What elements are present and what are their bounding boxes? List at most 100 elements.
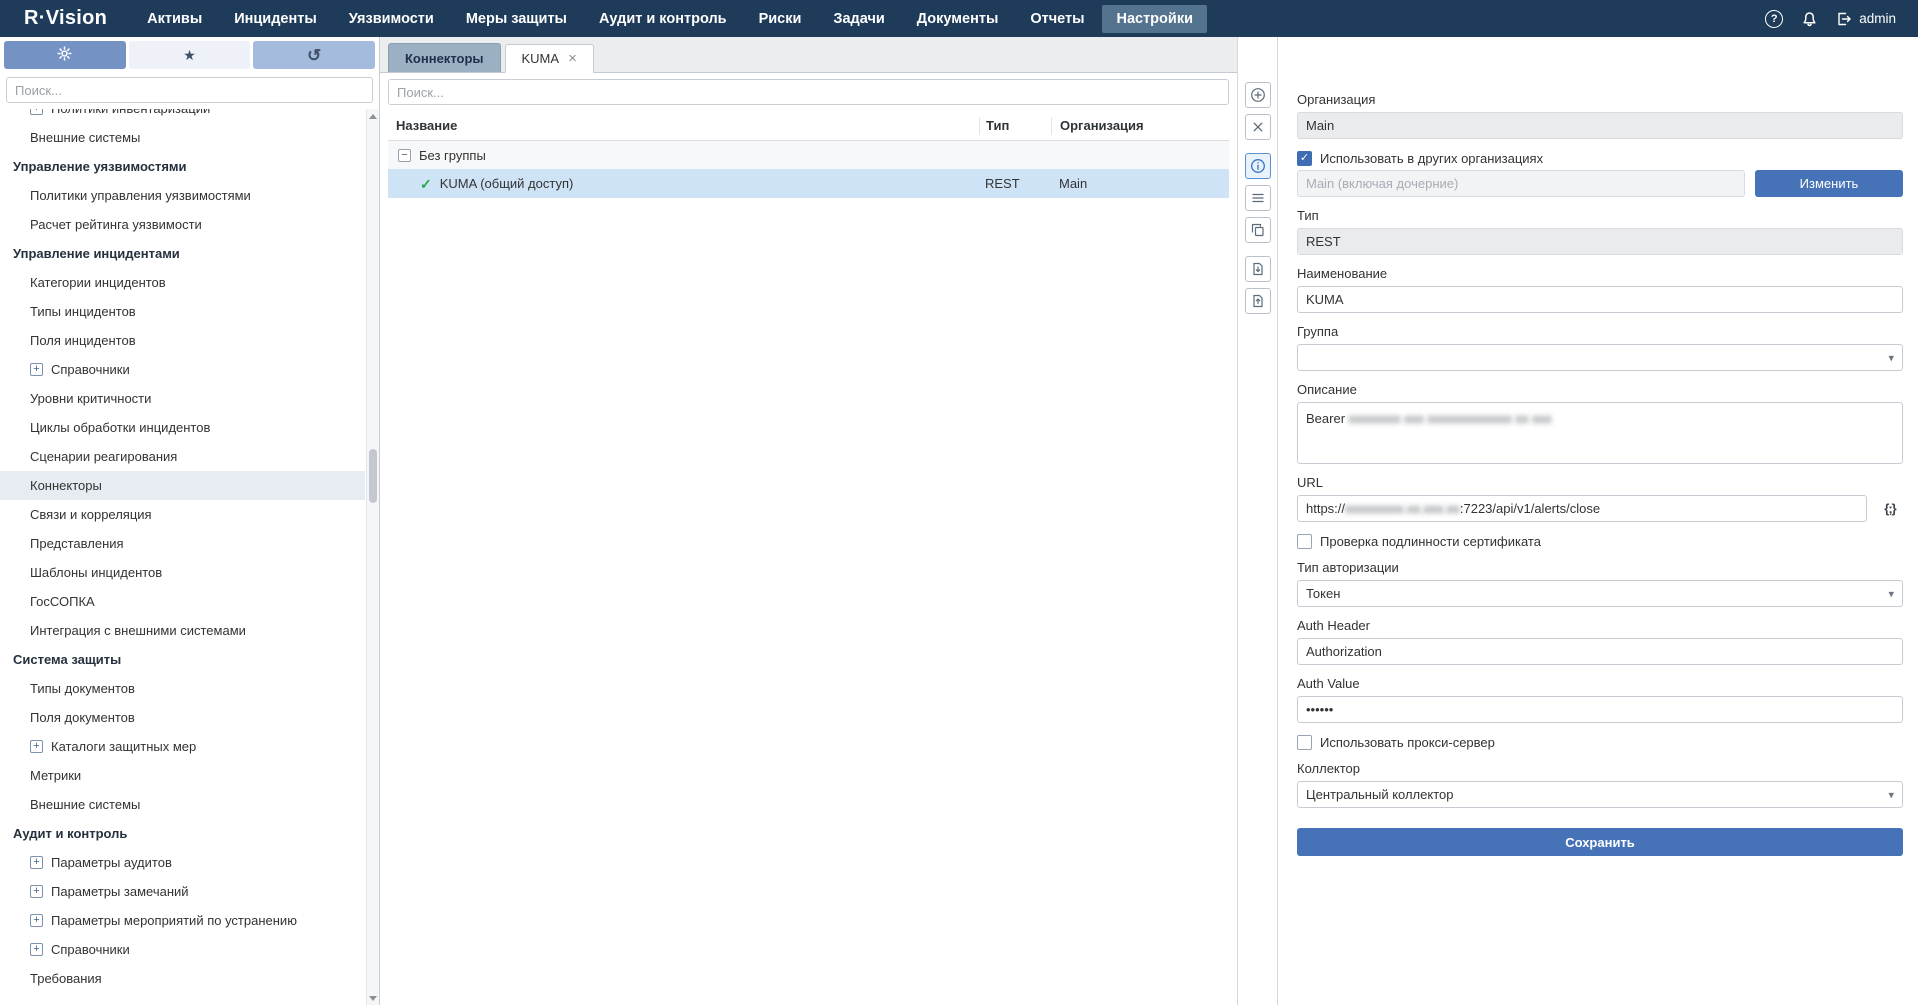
auth-header-input[interactable] <box>1297 638 1903 665</box>
variables-icon[interactable]: {;} <box>1877 501 1903 516</box>
column-header-type[interactable]: Тип <box>979 117 1051 135</box>
name-input[interactable] <box>1297 286 1903 313</box>
tree-item[interactable]: Циклы обработки инцидентов <box>0 413 365 442</box>
connector-org: Main <box>1051 176 1229 191</box>
history-tab[interactable]: ↺ <box>253 41 375 69</box>
nav-item[interactable]: Риски <box>745 5 816 33</box>
sidebar-search-input[interactable] <box>6 77 373 103</box>
close-tab-icon[interactable]: × <box>568 51 577 66</box>
share-orgs-checkbox-row[interactable]: ✓ Использовать в других организациях <box>1297 151 1903 166</box>
auth-value-input[interactable] <box>1297 696 1903 723</box>
description-textarea[interactable]: Bearer xxxxxxxx xxx xxxxxxxxxxxxx xx xxx <box>1297 402 1903 464</box>
import-icon[interactable] <box>1245 256 1271 282</box>
tree-item[interactable]: +Справочники <box>0 935 365 964</box>
checkbox-checked-icon[interactable]: ✓ <box>1297 151 1312 166</box>
favorites-tab[interactable]: ★ <box>129 41 251 69</box>
nav-item[interactable]: Настройки <box>1102 5 1207 33</box>
group-row[interactable]: − Без группы <box>388 141 1229 169</box>
change-org-button[interactable]: Изменить <box>1755 170 1903 197</box>
tab-kuma[interactable]: KUMA × <box>505 44 594 73</box>
tree-item[interactable]: Типы документов <box>0 674 365 703</box>
settings-tab[interactable] <box>4 41 126 69</box>
tree-item[interactable]: ГосСОПКА <box>0 587 365 616</box>
collector-select[interactable]: Центральный коллектор ▾ <box>1297 781 1903 808</box>
tree-item-label: Шаблоны инцидентов <box>30 558 162 587</box>
bell-icon[interactable] <box>1801 10 1818 27</box>
tree-item[interactable]: +Параметры мероприятий по устранению <box>0 906 365 935</box>
tree-item[interactable]: Требования <box>0 964 365 993</box>
tree-item-label: Типы инцидентов <box>30 297 136 326</box>
scroll-up-icon[interactable] <box>367 109 379 123</box>
expand-icon[interactable]: + <box>30 885 43 898</box>
tree-item-label: Система защиты <box>13 652 121 667</box>
tree-item[interactable]: Связи и корреляция <box>0 500 365 529</box>
export-icon[interactable] <box>1245 288 1271 314</box>
save-button[interactable]: Сохранить <box>1297 828 1903 856</box>
copy-icon[interactable] <box>1245 217 1271 243</box>
add-icon[interactable] <box>1245 82 1271 108</box>
expand-icon[interactable]: + <box>30 740 43 753</box>
tree-scrollbar[interactable] <box>366 109 379 1005</box>
scrollbar-thumb[interactable] <box>369 449 377 503</box>
close-icon[interactable] <box>1245 114 1271 140</box>
info-icon[interactable] <box>1245 153 1271 179</box>
description-label: Описание <box>1297 382 1903 397</box>
type-input[interactable] <box>1297 228 1903 255</box>
tree-item-label: Параметры аудитов <box>51 848 172 877</box>
tree-section: Система защиты <box>0 645 365 674</box>
expand-icon[interactable]: + <box>30 914 43 927</box>
url-input[interactable]: https://xxxxxxxxx.xx.xxx.xx:7223/api/v1/… <box>1297 495 1867 522</box>
table-row[interactable]: ✓ KUMA (общий доступ) REST Main <box>388 169 1229 198</box>
tree-item[interactable]: Внешние системы <box>0 790 365 819</box>
nav-item[interactable]: Меры защиты <box>452 5 581 33</box>
tree-item[interactable]: Поля документов <box>0 703 365 732</box>
tree-item[interactable]: Сценарии реагирования <box>0 442 365 471</box>
expand-icon[interactable]: + <box>30 363 43 376</box>
checkbox-unchecked-icon[interactable] <box>1297 534 1312 549</box>
nav-item[interactable]: Инциденты <box>220 5 331 33</box>
group-select[interactable]: ▾ <box>1297 344 1903 371</box>
tab-connectors[interactable]: Коннекторы <box>388 43 501 72</box>
tree-item[interactable]: Расчет рейтинга уязвимости <box>0 210 365 239</box>
tree-item[interactable]: Политики управления уязвимостями <box>0 181 365 210</box>
tabstrip: Коннекторы KUMA × <box>380 37 1237 73</box>
nav-item[interactable]: Задачи <box>819 5 898 33</box>
tree-item[interactable]: Интеграция с внешними системами <box>0 616 365 645</box>
expand-icon[interactable]: + <box>30 109 43 115</box>
scroll-down-icon[interactable] <box>367 991 379 1005</box>
nav-item[interactable]: Отчеты <box>1016 5 1098 33</box>
checkbox-unchecked-icon[interactable] <box>1297 735 1312 750</box>
column-header-org[interactable]: Организация <box>1051 117 1229 135</box>
tree-item[interactable]: +Справочники <box>0 355 365 384</box>
nav-item[interactable]: Аудит и контроль <box>585 5 741 33</box>
user-menu[interactable]: admin <box>1836 11 1896 27</box>
cert-check-checkbox-row[interactable]: Проверка подлинности сертификата <box>1297 534 1903 549</box>
nav-item[interactable]: Уязвимости <box>335 5 448 33</box>
expand-icon[interactable]: + <box>30 856 43 869</box>
expand-icon[interactable]: + <box>30 943 43 956</box>
tree-item[interactable]: + Параметры аудитов <box>0 848 365 877</box>
column-header-name[interactable]: Название <box>388 118 979 133</box>
tree-item[interactable]: Уровни критичности <box>0 384 365 413</box>
list-search-input[interactable] <box>388 79 1229 105</box>
proxy-checkbox-row[interactable]: Использовать прокси-сервер <box>1297 735 1903 750</box>
nav-item[interactable]: Документы <box>903 5 1013 33</box>
tree-item[interactable]: Метрики <box>0 761 365 790</box>
tree-item[interactable]: Коннекторы <box>0 471 365 500</box>
details-icon[interactable] <box>1245 185 1271 211</box>
tree-item[interactable]: +Параметры замечаний <box>0 877 365 906</box>
tree-item[interactable]: +Каталоги защитных мер <box>0 732 365 761</box>
tree-item[interactable]: Категории инцидентов <box>0 268 365 297</box>
collapse-icon[interactable]: − <box>398 149 411 162</box>
help-icon[interactable]: ? <box>1765 10 1783 28</box>
auth-type-select[interactable]: Токен ▾ <box>1297 580 1903 607</box>
tree-item[interactable]: Представления <box>0 529 365 558</box>
tree-item-label: Связи и корреляция <box>30 500 152 529</box>
nav-item[interactable]: Активы <box>133 5 216 33</box>
tree-item[interactable]: Шаблоны инцидентов <box>0 558 365 587</box>
org-input[interactable] <box>1297 112 1903 139</box>
tree-item[interactable]: Внешние системы <box>0 123 365 152</box>
tree-item[interactable]: Типы инцидентов <box>0 297 365 326</box>
tree-item[interactable]: +Политики инвентаризации <box>0 109 365 123</box>
tree-item[interactable]: Поля инцидентов <box>0 326 365 355</box>
